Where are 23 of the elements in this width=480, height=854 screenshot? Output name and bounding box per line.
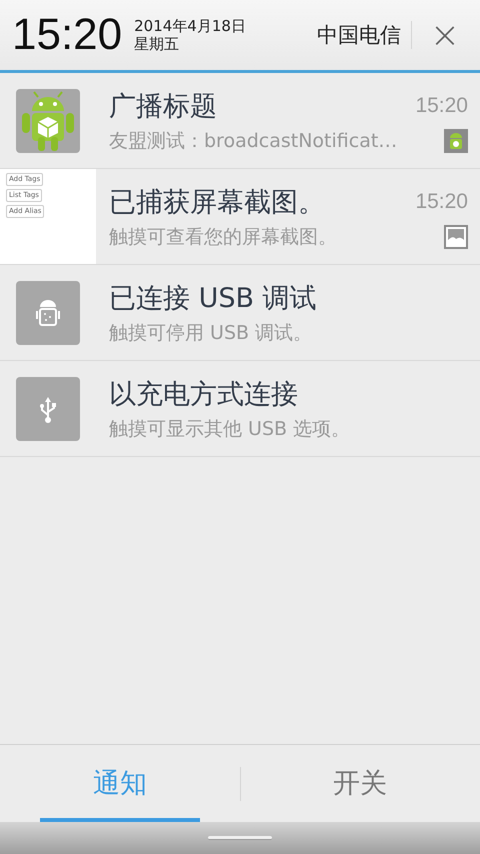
close-button[interactable]: × [412, 14, 468, 56]
notification-text: 触摸可查看您的屏幕截图。 [109, 224, 337, 250]
carrier-name: 中国电信 [316, 22, 401, 49]
notification-item[interactable]: 已连接 USB 调试 触摸可停用 USB 调试。 [0, 265, 480, 361]
date-text: 2014年4月18日 [134, 17, 247, 35]
notification-text: 触摸可停用 USB 调试。 [109, 320, 312, 346]
notification-item[interactable]: 以充电方式连接 触摸可显示其他 USB 选项。 [0, 361, 480, 457]
notification-item[interactable]: 广播标题 15:20 友盟测试：broadcastNotificat… [0, 73, 480, 169]
notification-title: 已捕获屏幕截图。 [109, 186, 325, 220]
weekday-text: 星期五 [134, 35, 180, 53]
android-debug-icon [16, 280, 80, 344]
notification-time: 15:20 [415, 190, 468, 214]
notification-title: 以充电方式连接 [109, 378, 298, 412]
notification-title: 已连接 USB 调试 [109, 282, 317, 316]
notification-text: 友盟测试：broadcastNotificat… [109, 128, 398, 154]
drag-handle[interactable] [208, 836, 272, 840]
notification-text: 触摸可显示其他 USB 选项。 [109, 416, 350, 442]
android-app-icon [16, 88, 80, 152]
notification-time: 15:20 [415, 94, 468, 118]
usb-icon [16, 376, 80, 440]
notification-title: 广播标题 [109, 90, 217, 124]
tab[interactable]: 开关 [280, 745, 440, 822]
clock-time: 15:20 [12, 10, 122, 60]
